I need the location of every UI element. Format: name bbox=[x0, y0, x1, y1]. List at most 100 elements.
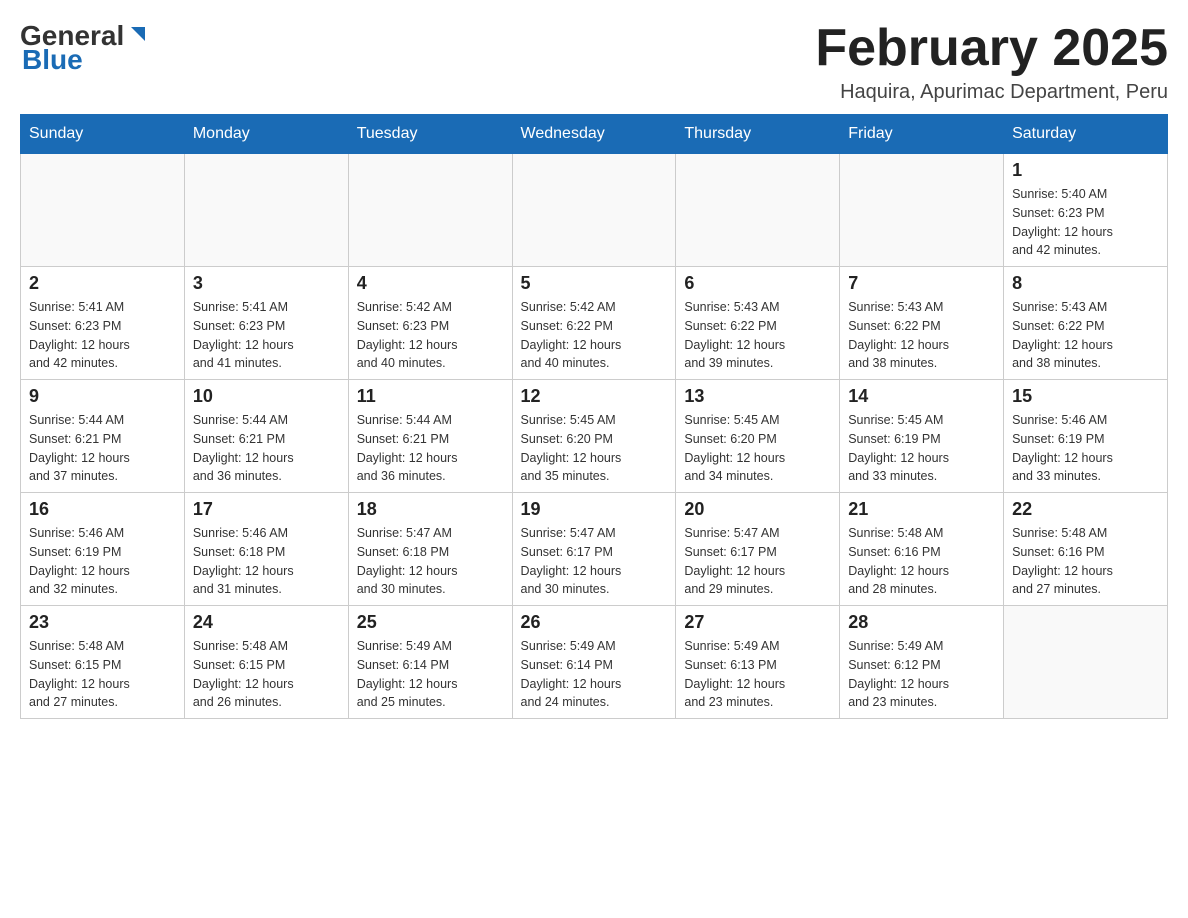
calendar-cell: 6Sunrise: 5:43 AM Sunset: 6:22 PM Daylig… bbox=[676, 267, 840, 380]
day-info: Sunrise: 5:48 AM Sunset: 6:16 PM Dayligh… bbox=[848, 524, 995, 599]
day-number: 4 bbox=[357, 273, 504, 294]
calendar-cell bbox=[1004, 606, 1168, 719]
calendar-cell bbox=[21, 154, 185, 267]
day-number: 3 bbox=[193, 273, 340, 294]
day-number: 11 bbox=[357, 386, 504, 407]
day-info: Sunrise: 5:47 AM Sunset: 6:17 PM Dayligh… bbox=[521, 524, 668, 599]
weekday-header-saturday: Saturday bbox=[1004, 115, 1168, 154]
calendar-cell: 21 Sunrise: 5:48 AM Sunset: 6:16 PM Dayli… bbox=[840, 493, 1004, 606]
calendar-cell: 15 Sunrise: 5:46 AM Sunset: 6:19 PM Dayli… bbox=[1004, 380, 1168, 493]
logo: General Blue bbox=[20, 20, 149, 76]
day-number: 2 bbox=[29, 273, 176, 294]
day-number: 9 bbox=[29, 386, 176, 407]
day-number: 7 bbox=[848, 273, 995, 294]
day-info: Sunrise: 5:49 AM Sunset: 6:14 PM Dayligh… bbox=[357, 637, 504, 712]
calendar-cell: 11Sunrise: 5:44 AM Sunset: 6:21 PM Dayli… bbox=[348, 380, 512, 493]
day-number: 1 bbox=[1012, 160, 1159, 181]
day-info: Sunrise: 5:48 AM Sunset: 6:16 PM Dayligh… bbox=[1012, 524, 1159, 599]
day-info: Sunrise: 5:42 AM Sunset: 6:22 PM Dayligh… bbox=[521, 298, 668, 373]
day-info: Sunrise: 5:49 AM Sunset: 6:12 PM Dayligh… bbox=[848, 637, 995, 712]
logo-arrow-icon bbox=[127, 23, 149, 45]
calendar-cell: 28 Sunrise: 5:49 AM Sunset: 6:12 PM Dayli… bbox=[840, 606, 1004, 719]
calendar-cell: 17 Sunrise: 5:46 AM Sunset: 6:18 PM Dayli… bbox=[184, 493, 348, 606]
day-number: 15 bbox=[1012, 386, 1159, 407]
day-info: Sunrise: 5:41 AM Sunset: 6:23 PM Dayligh… bbox=[193, 298, 340, 373]
calendar-cell: 4 Sunrise: 5:42 AM Sunset: 6:23 PM Daylig… bbox=[348, 267, 512, 380]
day-info: Sunrise: 5:47 AM Sunset: 6:18 PM Dayligh… bbox=[357, 524, 504, 599]
title-block: February 2025 Haquira, Apurimac Departme… bbox=[815, 20, 1168, 104]
day-info: Sunrise: 5:46 AM Sunset: 6:19 PM Dayligh… bbox=[1012, 411, 1159, 486]
day-number: 24 bbox=[193, 612, 340, 633]
day-number: 20 bbox=[684, 499, 831, 520]
day-number: 26 bbox=[521, 612, 668, 633]
day-info: Sunrise: 5:42 AM Sunset: 6:23 PM Dayligh… bbox=[357, 298, 504, 373]
day-number: 23 bbox=[29, 612, 176, 633]
calendar-cell: 8 Sunrise: 5:43 AM Sunset: 6:22 PM Daylig… bbox=[1004, 267, 1168, 380]
calendar-cell: 26 Sunrise: 5:49 AM Sunset: 6:14 PM Dayli… bbox=[512, 606, 676, 719]
day-info: Sunrise: 5:46 AM Sunset: 6:19 PM Dayligh… bbox=[29, 524, 176, 599]
calendar-cell: 22 Sunrise: 5:48 AM Sunset: 6:16 PM Dayli… bbox=[1004, 493, 1168, 606]
day-number: 19 bbox=[521, 499, 668, 520]
day-info: Sunrise: 5:45 AM Sunset: 6:19 PM Dayligh… bbox=[848, 411, 995, 486]
weekday-header-wednesday: Wednesday bbox=[512, 115, 676, 154]
calendar-cell: 20Sunrise: 5:47 AM Sunset: 6:17 PM Dayli… bbox=[676, 493, 840, 606]
weekday-header-friday: Friday bbox=[840, 115, 1004, 154]
week-row-4: 16Sunrise: 5:46 AM Sunset: 6:19 PM Dayli… bbox=[21, 493, 1168, 606]
day-info: Sunrise: 5:48 AM Sunset: 6:15 PM Dayligh… bbox=[193, 637, 340, 712]
day-info: Sunrise: 5:48 AM Sunset: 6:15 PM Dayligh… bbox=[29, 637, 176, 712]
page-header: General Blue February 2025 Haquira, Apur… bbox=[20, 20, 1168, 104]
day-number: 21 bbox=[848, 499, 995, 520]
day-number: 18 bbox=[357, 499, 504, 520]
day-number: 5 bbox=[521, 273, 668, 294]
calendar-cell: 5 Sunrise: 5:42 AM Sunset: 6:22 PM Daylig… bbox=[512, 267, 676, 380]
calendar-cell: 2 Sunrise: 5:41 AM Sunset: 6:23 PM Daylig… bbox=[21, 267, 185, 380]
day-info: Sunrise: 5:46 AM Sunset: 6:18 PM Dayligh… bbox=[193, 524, 340, 599]
calendar-cell: 12 Sunrise: 5:45 AM Sunset: 6:20 PM Dayli… bbox=[512, 380, 676, 493]
calendar-table: SundayMondayTuesdayWednesdayThursdayFrid… bbox=[20, 114, 1168, 719]
day-number: 8 bbox=[1012, 273, 1159, 294]
day-number: 22 bbox=[1012, 499, 1159, 520]
calendar-cell: 13Sunrise: 5:45 AM Sunset: 6:20 PM Dayli… bbox=[676, 380, 840, 493]
calendar-cell: 9 Sunrise: 5:44 AM Sunset: 6:21 PM Daylig… bbox=[21, 380, 185, 493]
calendar-cell: 10 Sunrise: 5:44 AM Sunset: 6:21 PM Dayli… bbox=[184, 380, 348, 493]
day-number: 25 bbox=[357, 612, 504, 633]
weekday-header-sunday: Sunday bbox=[21, 115, 185, 154]
calendar-cell: 3 Sunrise: 5:41 AM Sunset: 6:23 PM Daylig… bbox=[184, 267, 348, 380]
day-number: 17 bbox=[193, 499, 340, 520]
day-info: Sunrise: 5:45 AM Sunset: 6:20 PM Dayligh… bbox=[521, 411, 668, 486]
day-number: 14 bbox=[848, 386, 995, 407]
calendar-cell bbox=[512, 154, 676, 267]
day-info: Sunrise: 5:49 AM Sunset: 6:14 PM Dayligh… bbox=[521, 637, 668, 712]
day-info: Sunrise: 5:43 AM Sunset: 6:22 PM Dayligh… bbox=[1012, 298, 1159, 373]
day-info: Sunrise: 5:49 AM Sunset: 6:13 PM Dayligh… bbox=[684, 637, 831, 712]
calendar-cell: 18 Sunrise: 5:47 AM Sunset: 6:18 PM Dayli… bbox=[348, 493, 512, 606]
calendar-cell bbox=[840, 154, 1004, 267]
week-row-5: 23 Sunrise: 5:48 AM Sunset: 6:15 PM Dayli… bbox=[21, 606, 1168, 719]
logo-text-blue: Blue bbox=[22, 44, 83, 76]
day-number: 27 bbox=[684, 612, 831, 633]
day-number: 12 bbox=[521, 386, 668, 407]
month-title: February 2025 bbox=[815, 20, 1168, 77]
week-row-3: 9 Sunrise: 5:44 AM Sunset: 6:21 PM Daylig… bbox=[21, 380, 1168, 493]
week-row-2: 2 Sunrise: 5:41 AM Sunset: 6:23 PM Daylig… bbox=[21, 267, 1168, 380]
day-info: Sunrise: 5:41 AM Sunset: 6:23 PM Dayligh… bbox=[29, 298, 176, 373]
calendar-cell: 27 Sunrise: 5:49 AM Sunset: 6:13 PM Dayli… bbox=[676, 606, 840, 719]
calendar-cell bbox=[348, 154, 512, 267]
day-info: Sunrise: 5:43 AM Sunset: 6:22 PM Dayligh… bbox=[848, 298, 995, 373]
day-info: Sunrise: 5:44 AM Sunset: 6:21 PM Dayligh… bbox=[29, 411, 176, 486]
calendar-cell: 1Sunrise: 5:40 AM Sunset: 6:23 PM Daylig… bbox=[1004, 154, 1168, 267]
day-info: Sunrise: 5:45 AM Sunset: 6:20 PM Dayligh… bbox=[684, 411, 831, 486]
weekday-header-monday: Monday bbox=[184, 115, 348, 154]
calendar-cell bbox=[184, 154, 348, 267]
calendar-cell: 23 Sunrise: 5:48 AM Sunset: 6:15 PM Dayli… bbox=[21, 606, 185, 719]
calendar-cell bbox=[676, 154, 840, 267]
calendar-cell: 7 Sunrise: 5:43 AM Sunset: 6:22 PM Daylig… bbox=[840, 267, 1004, 380]
day-number: 28 bbox=[848, 612, 995, 633]
calendar-cell: 25 Sunrise: 5:49 AM Sunset: 6:14 PM Dayli… bbox=[348, 606, 512, 719]
day-number: 10 bbox=[193, 386, 340, 407]
calendar-cell: 14 Sunrise: 5:45 AM Sunset: 6:19 PM Dayli… bbox=[840, 380, 1004, 493]
day-info: Sunrise: 5:44 AM Sunset: 6:21 PM Dayligh… bbox=[193, 411, 340, 486]
day-number: 6 bbox=[684, 273, 831, 294]
calendar-cell: 24 Sunrise: 5:48 AM Sunset: 6:15 PM Dayli… bbox=[184, 606, 348, 719]
location-subtitle: Haquira, Apurimac Department, Peru bbox=[815, 81, 1168, 104]
